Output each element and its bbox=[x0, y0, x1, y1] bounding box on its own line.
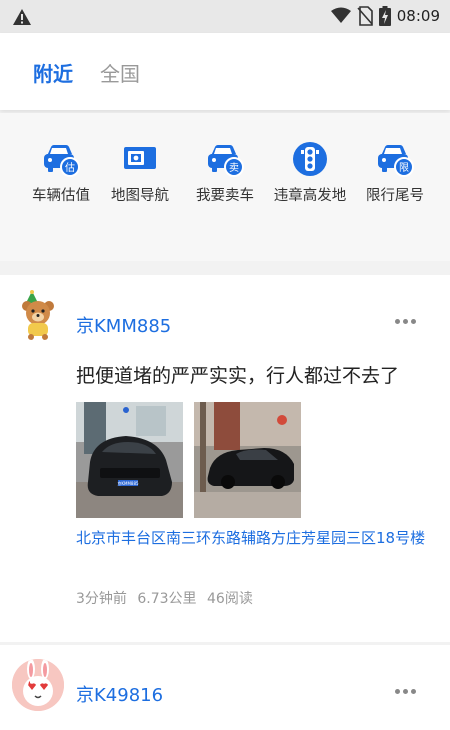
no-sim-icon bbox=[357, 6, 373, 26]
quick-action-label: 限行尾号 bbox=[366, 188, 424, 204]
tab-nationwide[interactable]: 全国 bbox=[100, 58, 140, 87]
status-bar: 08:09 bbox=[0, 0, 450, 33]
author-plate[interactable]: 京K49816 bbox=[76, 681, 163, 707]
post-photo[interactable] bbox=[194, 402, 301, 518]
post-time: 3分钟前 bbox=[76, 591, 127, 607]
quick-action-car-valuation[interactable]: 估 车辆估值 bbox=[16, 139, 106, 207]
wifi-icon bbox=[330, 7, 351, 23]
bear-avatar-icon bbox=[22, 290, 54, 340]
traffic-light-icon bbox=[293, 142, 327, 176]
post-distance: 6.73公里 bbox=[137, 591, 197, 607]
sell-car-icon: 卖 bbox=[208, 145, 244, 177]
status-time: 08:09 bbox=[396, 7, 440, 25]
more-options-icon[interactable] bbox=[395, 319, 416, 324]
post-card[interactable]: 京K49816 bbox=[0, 645, 450, 730]
quick-action-violation-hotspots[interactable]: 违章高发地 bbox=[265, 139, 355, 207]
svg-text:卖: 卖 bbox=[229, 162, 239, 174]
author-plate[interactable]: 京KMM885 bbox=[76, 312, 171, 338]
post-address[interactable]: 北京市丰台区南三环东路辅路方庄芳星园三区18号楼 bbox=[76, 526, 440, 551]
post-text: 把便道堵的严严实实，行人都过不去了 bbox=[76, 365, 400, 387]
more-options-icon[interactable] bbox=[395, 689, 416, 694]
car-photo-1: 京KMM885 bbox=[76, 402, 183, 518]
post-photo[interactable]: 京KMM885 bbox=[76, 402, 183, 518]
quick-action-label: 地图导航 bbox=[111, 188, 169, 204]
quick-action-label: 违章高发地 bbox=[273, 188, 347, 204]
tab-bar: 附近 全国 bbox=[0, 33, 450, 110]
battery-charging-icon bbox=[378, 6, 391, 26]
quick-action-label: 车辆估值 bbox=[32, 188, 90, 204]
rabbit-avatar-icon bbox=[12, 659, 64, 711]
svg-text:限: 限 bbox=[399, 162, 409, 174]
post-card[interactable]: 京KMM885 把便道堵的严严实实，行人都过不去了 京KMM885 北京市丰台区… bbox=[0, 275, 450, 642]
status-icons: 08:09 bbox=[330, 6, 440, 26]
car-photo-2 bbox=[194, 402, 301, 518]
post-meta: 3分钟前 6.73公里 46阅读 bbox=[76, 588, 253, 608]
quick-action-label: 我要卖车 bbox=[196, 188, 254, 204]
quick-actions: 估 车辆估值 地图导航 卖 我要卖车 违章高发地 限 限行尾号 bbox=[0, 113, 450, 261]
avatar[interactable] bbox=[12, 659, 64, 711]
quick-action-sell-car[interactable]: 卖 我要卖车 bbox=[180, 139, 270, 207]
tab-nearby[interactable]: 附近 bbox=[33, 58, 73, 87]
quick-action-map-navigation[interactable]: 地图导航 bbox=[95, 139, 185, 207]
car-valuation-icon: 估 bbox=[44, 145, 80, 177]
svg-text:京KMM885: 京KMM885 bbox=[117, 480, 139, 486]
quick-action-plate-restriction[interactable]: 限 限行尾号 bbox=[350, 139, 440, 207]
svg-text:估: 估 bbox=[65, 161, 75, 174]
avatar[interactable] bbox=[12, 289, 64, 341]
restriction-car-icon: 限 bbox=[378, 145, 414, 177]
map-camera-icon bbox=[124, 147, 156, 169]
post-reads: 46阅读 bbox=[207, 591, 253, 607]
warning-icon bbox=[13, 9, 31, 25]
